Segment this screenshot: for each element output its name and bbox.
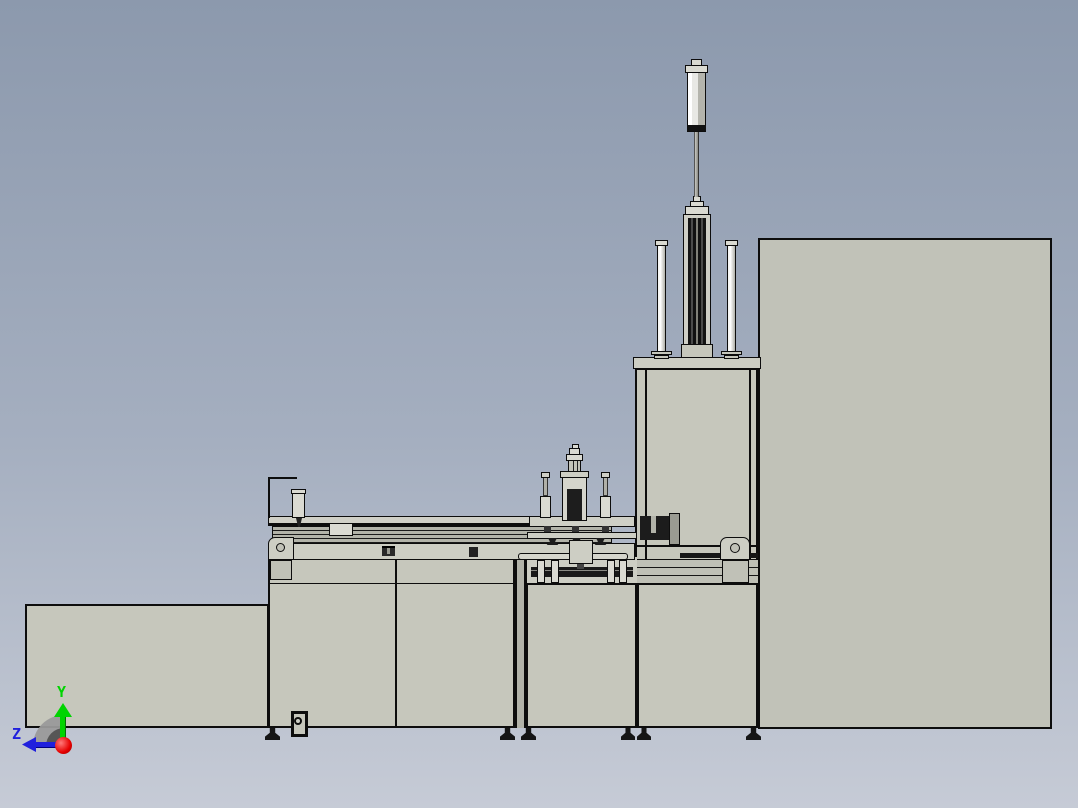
product-box-tip xyxy=(577,564,584,569)
head-cylinder-neck xyxy=(568,460,581,472)
side-cylinder-right-body xyxy=(600,496,611,518)
press-actuator-top-cap xyxy=(685,206,709,215)
guide-carriage-block xyxy=(329,523,353,536)
press-actuator-rod xyxy=(694,131,699,197)
press-cylinder-upper-band xyxy=(687,125,706,131)
gripper-side-plate xyxy=(669,513,680,545)
side-cylinder-left-body xyxy=(540,496,551,518)
leveling-foot xyxy=(521,728,536,740)
press-actuator-base-mount xyxy=(681,344,713,358)
cabinet-left-divider xyxy=(395,560,397,728)
cantilever-outline-vertical xyxy=(268,477,270,518)
bearing-bracket-right-hole xyxy=(730,543,740,553)
head-cylinder-disc2 xyxy=(569,448,580,455)
side-cylinder-left-rod xyxy=(543,477,548,496)
table-bolt-item xyxy=(469,547,478,557)
guide-rod-left xyxy=(657,245,666,352)
head-cylinder-core xyxy=(567,489,582,520)
leveling-foot xyxy=(500,728,515,740)
bearing-bracket-left-hole xyxy=(276,543,285,552)
cabinet-left-seam xyxy=(270,583,513,584)
electrical-panel xyxy=(758,238,1052,729)
cantilever-outline-horizontal xyxy=(268,477,297,479)
stage-post-1 xyxy=(537,560,545,583)
gripper-slot xyxy=(651,516,656,533)
z-axis-label: Z xyxy=(12,725,22,743)
guide-rod-left-flange2 xyxy=(654,355,669,359)
leveling-foot xyxy=(265,728,280,740)
cabinet-mid xyxy=(526,583,637,728)
guide-rod-right xyxy=(727,245,736,352)
side-cylinder-right-cap xyxy=(601,472,610,478)
cabinet-right xyxy=(637,583,758,728)
press-actuator-core xyxy=(688,218,706,349)
head-lower-plate xyxy=(527,532,637,539)
origin-point xyxy=(55,737,72,754)
head-cylinder-nub xyxy=(572,444,579,449)
bearing-pedestal-right xyxy=(722,560,749,583)
stage-post-3 xyxy=(607,560,615,583)
press-cylinder-upper xyxy=(687,72,706,132)
head-cylinder-top-plate xyxy=(560,471,589,478)
leveling-foot xyxy=(637,728,651,740)
press-cylinder-top-ring xyxy=(685,65,708,73)
sensor-cylinder-cap xyxy=(291,489,306,494)
cabinet-gap-strip xyxy=(515,557,526,728)
stage-post-4 xyxy=(619,560,627,583)
head-cylinder-disc1 xyxy=(566,454,583,461)
side-cylinder-left-cap xyxy=(541,472,550,478)
y-axis-label: Y xyxy=(57,683,67,701)
table-clamp-slot xyxy=(387,548,390,554)
guide-rod-right-flange2 xyxy=(724,355,739,359)
sensor-cylinder xyxy=(292,493,305,518)
caster-wheel-hub xyxy=(294,717,302,725)
leveling-foot xyxy=(746,728,761,740)
press-frame-top-plate xyxy=(633,357,761,369)
product-box xyxy=(569,540,593,564)
guide-rod-left-cap xyxy=(655,240,668,246)
side-cylinder-right-rod xyxy=(603,477,608,496)
cad-viewport[interactable]: Y Z xyxy=(0,0,1078,808)
stage-post-2 xyxy=(551,560,559,583)
press-frame-inner-line-left xyxy=(645,369,647,583)
conveyor-band-highlight xyxy=(531,570,633,571)
guide-rod-right-cap xyxy=(725,240,738,246)
leveling-foot xyxy=(621,728,635,740)
press-cylinder-top-nub xyxy=(691,59,702,66)
bearing-pedestal-left xyxy=(270,560,292,580)
z-axis-arrow-head xyxy=(22,737,36,752)
